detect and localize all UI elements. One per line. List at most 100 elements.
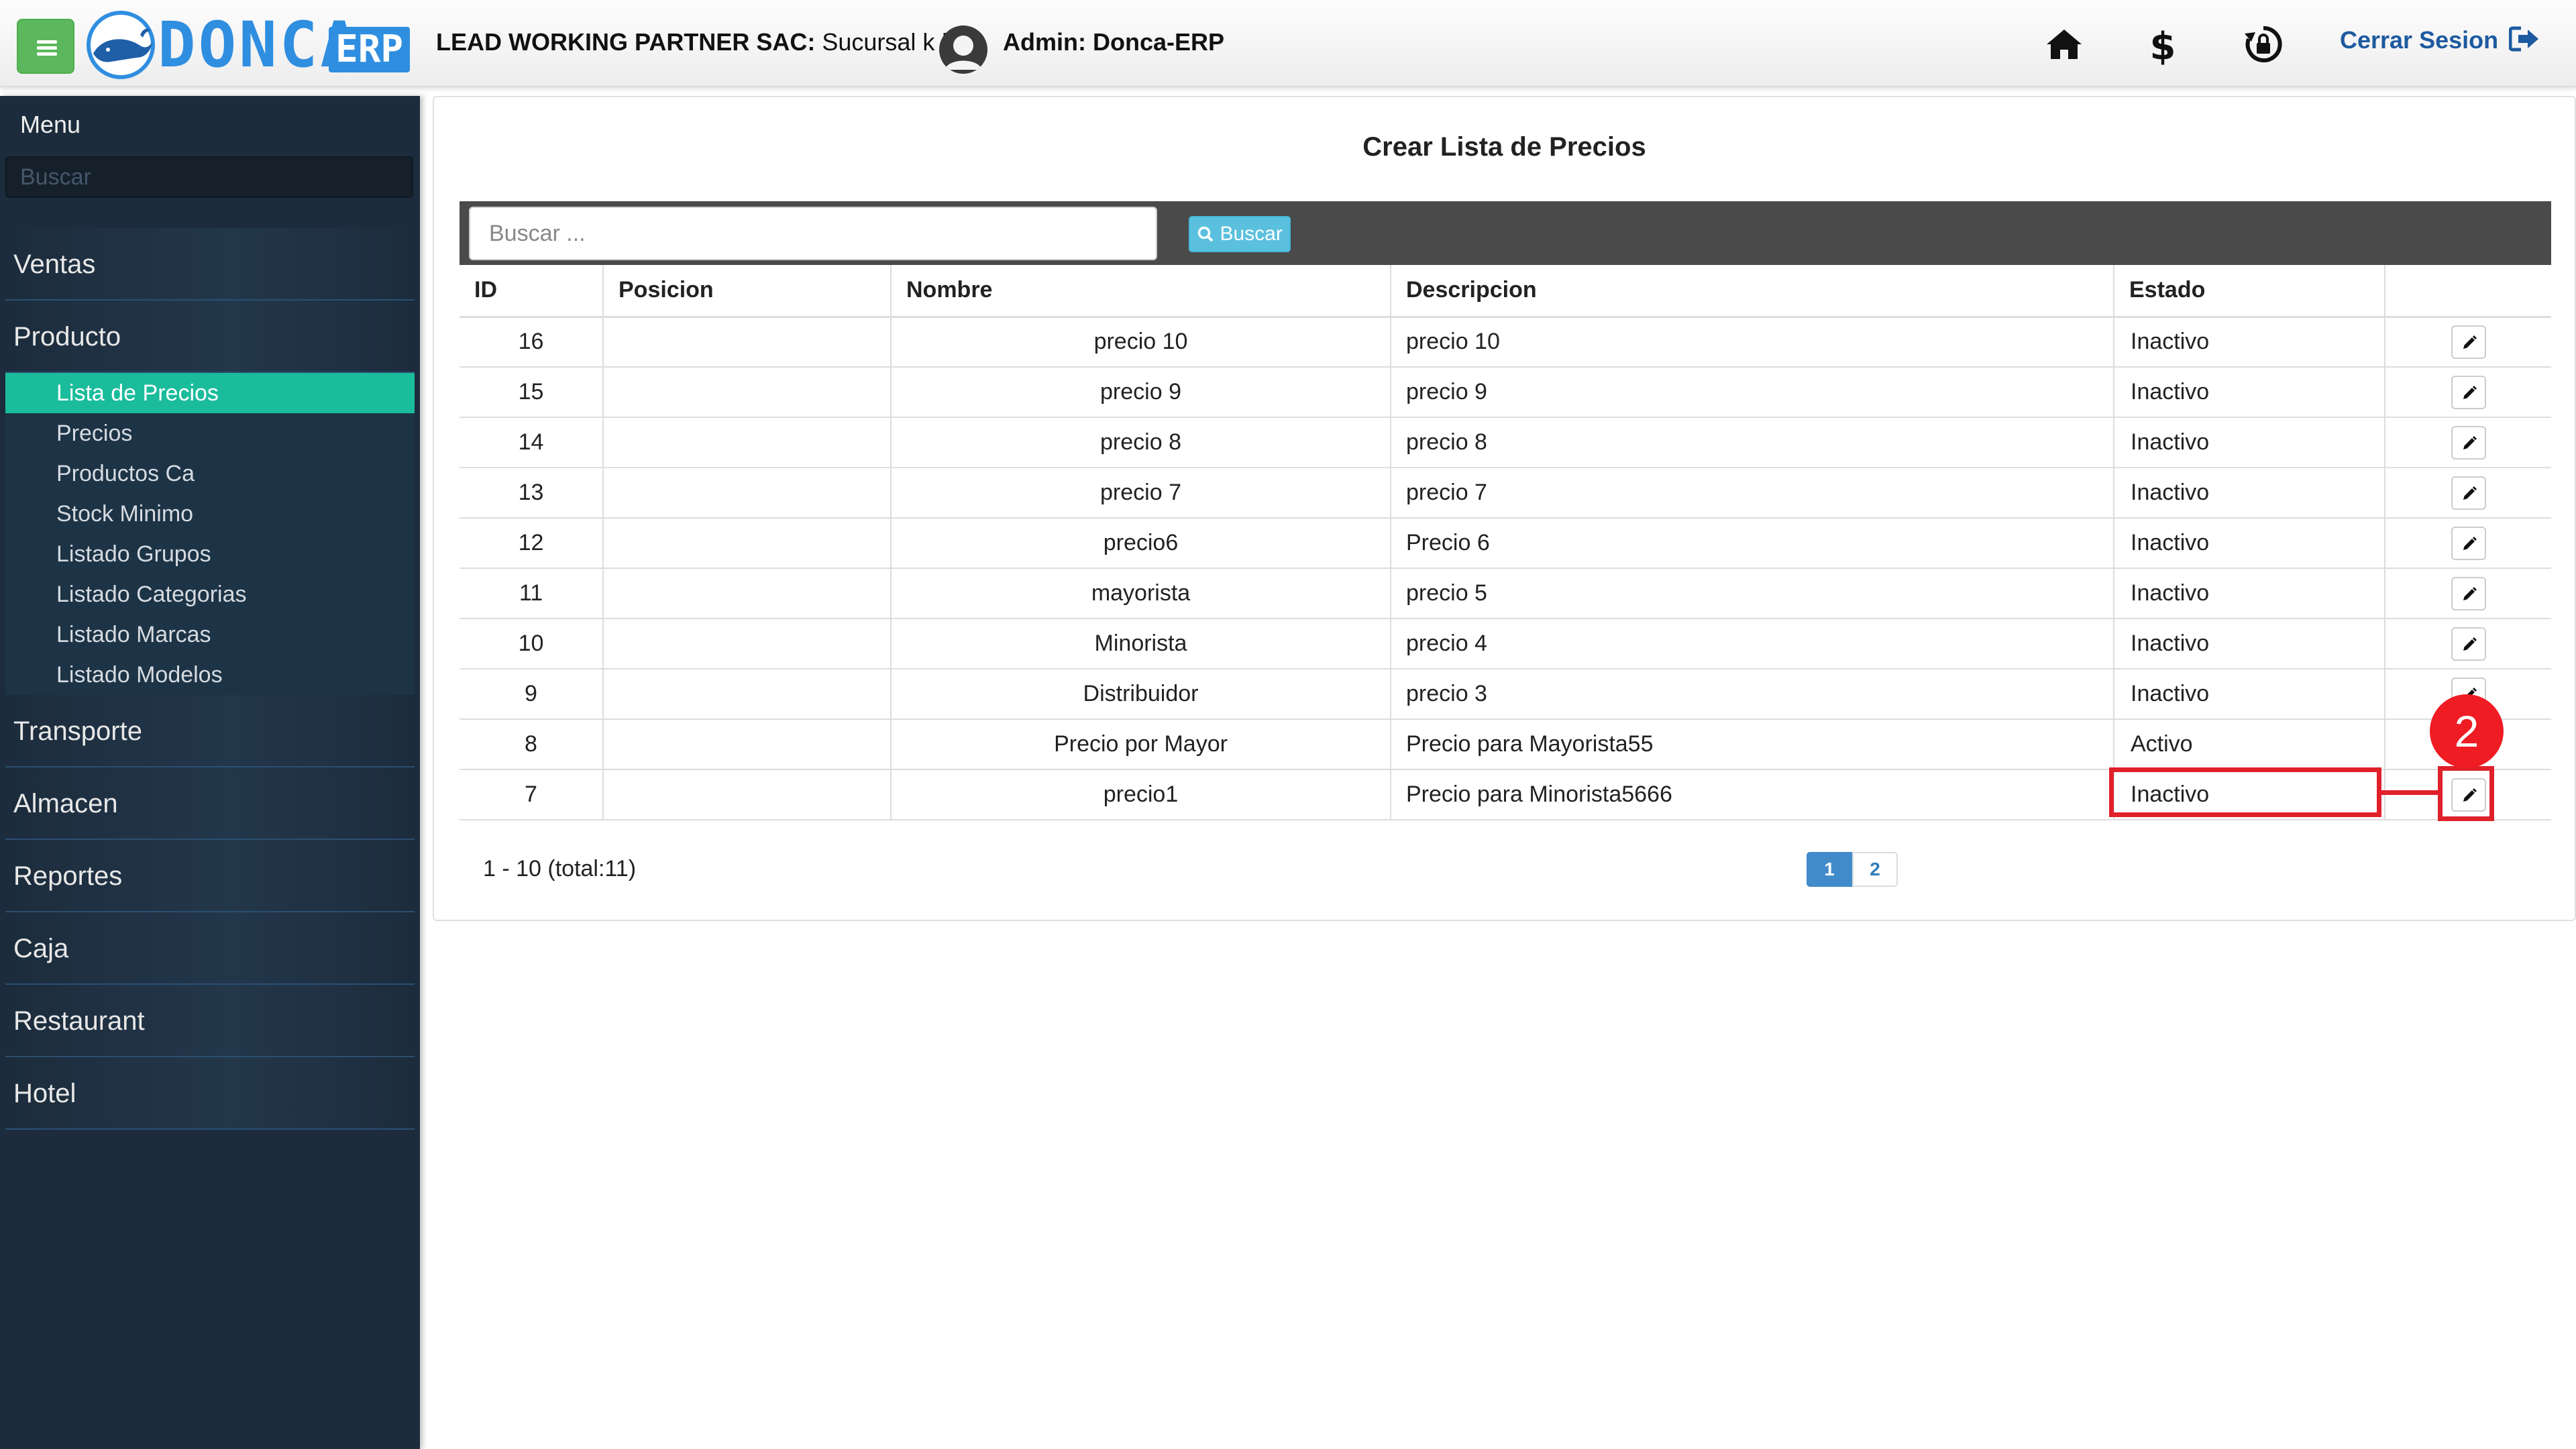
cell-actions bbox=[2384, 367, 2551, 418]
cell-nombre: precio 10 bbox=[890, 317, 1391, 368]
menu-toggle-button[interactable] bbox=[17, 19, 74, 74]
page-button-2[interactable]: 2 bbox=[1852, 852, 1898, 887]
submenu-item-stock-minimo[interactable]: Stock Minimo bbox=[5, 494, 415, 534]
refresh-lock-icon[interactable] bbox=[2242, 23, 2285, 66]
cell-descripcion: precio 4 bbox=[1390, 619, 2114, 669]
home-icon[interactable] bbox=[2043, 23, 2086, 66]
cell-posicion bbox=[602, 468, 891, 519]
submenu-item-precios[interactable]: Precios bbox=[5, 413, 415, 453]
submenu-item-listado-grupos[interactable]: Listado Grupos bbox=[5, 534, 415, 574]
cell-posicion bbox=[602, 518, 891, 569]
cell-id: 11 bbox=[460, 568, 603, 619]
pagination: 1 2 bbox=[1807, 852, 1898, 887]
submenu-item-listado-modelos[interactable]: Listado Modelos bbox=[5, 655, 415, 695]
menu-icon-bar bbox=[37, 46, 57, 50]
edit-button[interactable] bbox=[2451, 375, 2486, 409]
submenu-item-listado-marcas[interactable]: Listado Marcas bbox=[5, 614, 415, 655]
edit-button[interactable] bbox=[2451, 576, 2486, 610]
cell-estado: Inactivo bbox=[2113, 669, 2385, 720]
edit-button[interactable] bbox=[2451, 526, 2486, 560]
sidebar-item-transporte[interactable]: Transporte bbox=[5, 695, 415, 767]
column-header-nombre[interactable]: Nombre bbox=[890, 265, 1391, 318]
menu-icon-bar bbox=[37, 40, 57, 44]
search-input[interactable] bbox=[469, 207, 1157, 260]
sidebar-item-restaurant[interactable]: Restaurant bbox=[5, 985, 415, 1057]
search-bar: Buscar bbox=[460, 201, 2551, 265]
price-list-table: ID Posicion Nombre Descripcion Estado 16… bbox=[460, 265, 2551, 820]
company-name: LEAD WORKING PARTNER SAC: bbox=[436, 28, 816, 56]
sidebar-search-input[interactable] bbox=[5, 156, 413, 198]
cell-estado: Inactivo bbox=[2113, 518, 2385, 569]
pencil-icon bbox=[2463, 586, 2477, 600]
cell-nombre: precio 8 bbox=[890, 417, 1391, 468]
sidebar-item-caja[interactable]: Caja bbox=[5, 912, 415, 985]
cell-nombre: precio6 bbox=[890, 518, 1391, 569]
logout-icon bbox=[2508, 26, 2539, 52]
brand-logo[interactable]: DONCA ERP bbox=[84, 8, 413, 79]
cell-id: 13 bbox=[460, 468, 603, 519]
pencil-icon bbox=[2463, 385, 2477, 399]
table-row: 14 precio 8 precio 8 Inactivo bbox=[460, 417, 2551, 468]
svg-text:$: $ bbox=[2150, 25, 2176, 66]
cell-actions bbox=[2384, 417, 2551, 468]
cell-posicion bbox=[602, 669, 891, 720]
submenu-item-lista-de-precios[interactable]: Lista de Precios bbox=[5, 373, 415, 413]
cell-actions bbox=[2384, 317, 2551, 368]
logo-badge: ERP bbox=[329, 27, 411, 72]
page-button-1[interactable]: 1 bbox=[1807, 852, 1852, 887]
cell-id: 16 bbox=[460, 317, 603, 368]
sidebar-menu-title: Menu bbox=[20, 111, 81, 138]
sidebar-item-hotel[interactable]: Hotel bbox=[5, 1057, 415, 1130]
cell-posicion bbox=[602, 367, 891, 418]
cell-posicion bbox=[602, 619, 891, 669]
edit-button[interactable] bbox=[2451, 425, 2486, 460]
cell-posicion bbox=[602, 568, 891, 619]
logout-link[interactable]: Cerrar Sesion bbox=[2340, 25, 2540, 54]
cell-id: 15 bbox=[460, 367, 603, 418]
cell-posicion bbox=[602, 719, 891, 770]
sidebar-item-producto[interactable]: Producto bbox=[5, 301, 415, 373]
branch-name: Sucursal k | bbox=[815, 28, 948, 56]
sidebar-item-reportes[interactable]: Reportes bbox=[5, 840, 415, 912]
column-header-descripcion[interactable]: Descripcion bbox=[1390, 265, 2114, 318]
pencil-icon bbox=[2463, 335, 2477, 349]
cell-id: 7 bbox=[460, 769, 603, 820]
pagination-range-text: 1 - 10 (total:11) bbox=[483, 856, 637, 881]
search-button[interactable]: Buscar bbox=[1189, 216, 1291, 252]
edit-button[interactable] bbox=[2451, 325, 2486, 359]
sidebar: Menu Ventas Producto Lista de Precios Pr… bbox=[0, 96, 420, 1449]
column-header-id[interactable]: ID bbox=[460, 265, 603, 318]
cell-posicion bbox=[602, 317, 891, 368]
edit-button[interactable] bbox=[2451, 627, 2486, 661]
column-header-posicion[interactable]: Posicion bbox=[602, 265, 891, 318]
cell-id: 14 bbox=[460, 417, 603, 468]
column-header-estado[interactable]: Estado bbox=[2113, 265, 2385, 318]
search-button-label: Buscar bbox=[1220, 223, 1283, 245]
table-row: 15 precio 9 precio 9 Inactivo bbox=[460, 367, 2551, 418]
cell-estado: Inactivo bbox=[2113, 317, 2385, 368]
highlight-estado-cell bbox=[2109, 767, 2381, 817]
user-avatar[interactable] bbox=[939, 25, 987, 74]
company-info: LEAD WORKING PARTNER SAC: Sucursal k | bbox=[436, 28, 948, 56]
dollar-icon[interactable]: $ bbox=[2141, 23, 2184, 66]
table-row: 12 precio6 Precio 6 Inactivo bbox=[460, 518, 2551, 569]
cell-estado: Inactivo bbox=[2113, 367, 2385, 418]
cell-id: 10 bbox=[460, 619, 603, 669]
cell-actions bbox=[2384, 468, 2551, 519]
sidebar-item-ventas[interactable]: Ventas bbox=[5, 228, 415, 301]
whale-logo-icon bbox=[87, 11, 155, 79]
cell-nombre: mayorista bbox=[890, 568, 1391, 619]
cell-descripcion: precio 9 bbox=[1390, 367, 2114, 418]
search-icon bbox=[1197, 226, 1214, 242]
edit-button[interactable] bbox=[2451, 476, 2486, 510]
sidebar-item-almacen[interactable]: Almacen bbox=[5, 767, 415, 840]
table-header-row: ID Posicion Nombre Descripcion Estado bbox=[460, 265, 2551, 318]
cell-descripcion: precio 3 bbox=[1390, 669, 2114, 720]
submenu-item-listado-categorias[interactable]: Listado Categorias bbox=[5, 574, 415, 614]
submenu-item-productos-ca[interactable]: Productos Ca bbox=[5, 453, 415, 494]
cell-nombre: precio 7 bbox=[890, 468, 1391, 519]
highlight-connector bbox=[2381, 790, 2438, 795]
cell-id: 8 bbox=[460, 719, 603, 770]
cell-descripcion: precio 5 bbox=[1390, 568, 2114, 619]
cell-descripcion: precio 7 bbox=[1390, 468, 2114, 519]
